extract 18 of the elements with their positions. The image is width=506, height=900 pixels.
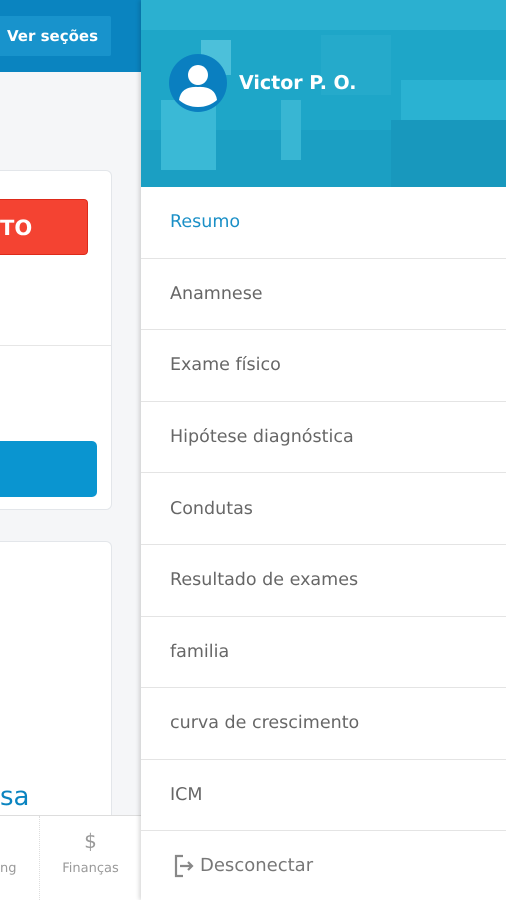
menu-item[interactable]: Anamnese [141, 258, 506, 330]
user-name: Victor P. O. [239, 70, 356, 96]
logout-icon [174, 854, 196, 878]
menu-item[interactable]: Exame físico [141, 330, 506, 402]
menu-item[interactable]: ICM [141, 760, 506, 832]
avatar-icon [169, 54, 227, 112]
menu-item[interactable]: Resumo [141, 187, 506, 259]
sections-button[interactable]: Ver seções [0, 16, 111, 56]
menu-item[interactable]: curva de crescimento [141, 688, 506, 760]
menu-item[interactable]: Condutas [141, 473, 506, 545]
action-button[interactable] [0, 441, 97, 497]
menu-item[interactable]: Resultado de exames [141, 544, 506, 617]
dollar-icon: $ [84, 830, 97, 850]
menu-item[interactable]: Hipótese diagnóstica [141, 402, 506, 474]
logout-link[interactable]: Desconectar [141, 831, 506, 900]
menu-item[interactable]: familia [141, 616, 506, 688]
card-title: sa [0, 784, 30, 810]
action-button[interactable]: TO [0, 199, 88, 255]
